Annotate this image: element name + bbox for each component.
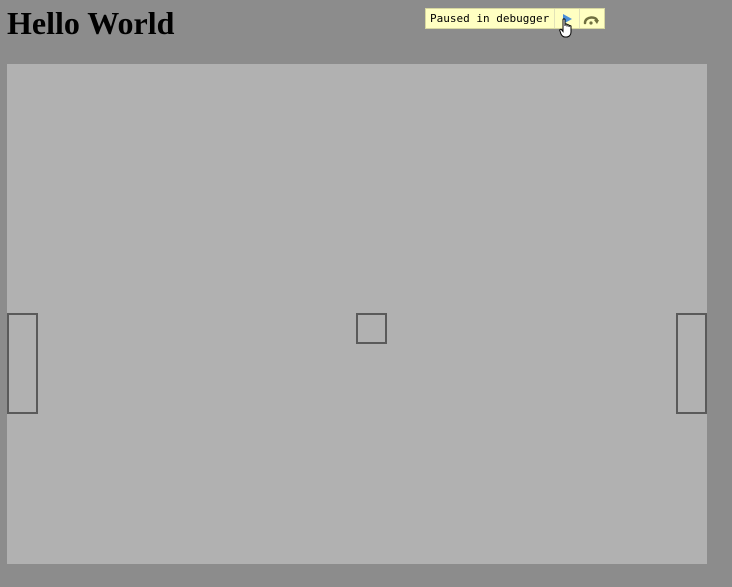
step-over-icon xyxy=(583,15,600,25)
left-paddle xyxy=(7,313,38,414)
page-title: Hello World xyxy=(7,5,175,41)
step-over-button[interactable] xyxy=(579,9,604,28)
right-paddle xyxy=(676,313,707,414)
resume-play-icon xyxy=(563,13,573,24)
game-canvas[interactable] xyxy=(7,64,707,564)
debugger-paused-message: Paused in debugger xyxy=(430,12,550,25)
debugger-paused-overlay: Paused in debugger xyxy=(425,8,606,29)
resume-button[interactable] xyxy=(554,9,579,28)
ball xyxy=(356,313,387,344)
